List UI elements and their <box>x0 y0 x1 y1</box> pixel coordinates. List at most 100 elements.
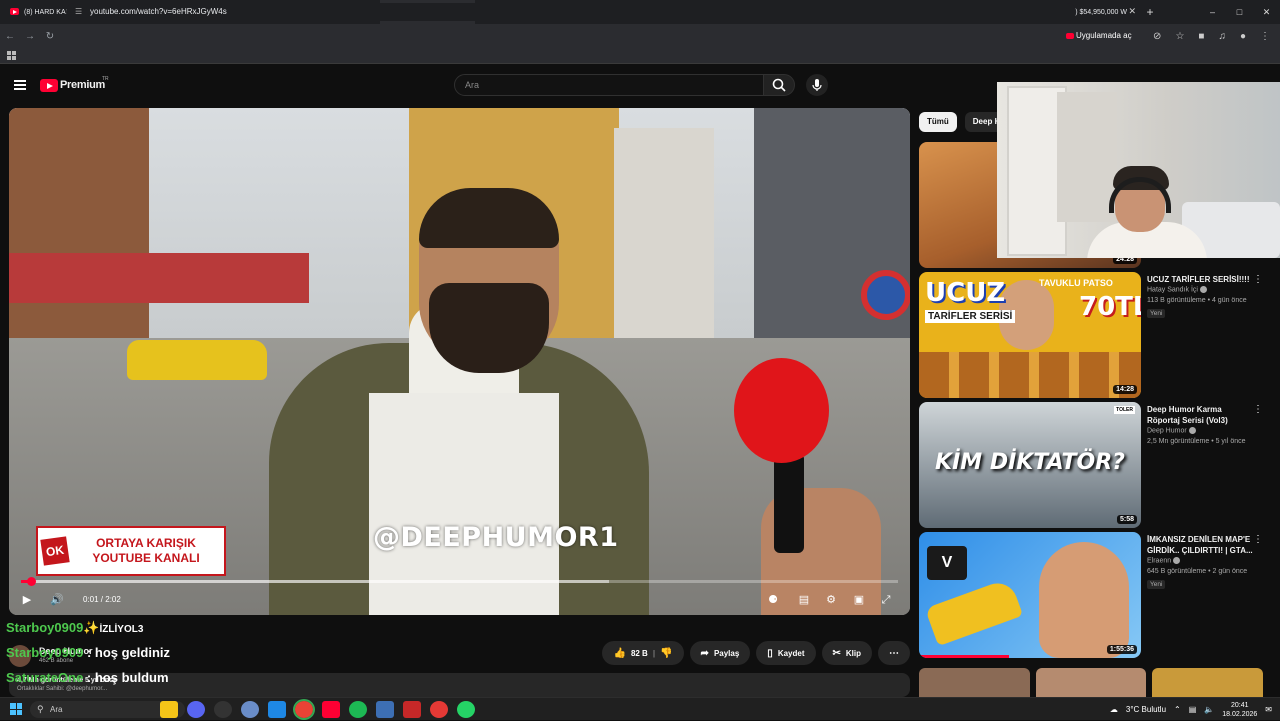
widgets-icon[interactable] <box>160 701 178 718</box>
media-icon[interactable]: ♫ <box>1218 31 1226 42</box>
chat-username: SaturateOne <box>6 670 84 685</box>
recommendation-item[interactable]: UCUZ TARİFLER SERİSİ TAVUKLU PATSO 70TL … <box>919 272 1271 398</box>
taskbar-search-label: Ara <box>50 705 63 714</box>
chat-header-line: Starboy0909✨İZLİYOL3 <box>6 620 143 636</box>
forward-icon[interactable]: → <box>20 31 40 42</box>
url-field[interactable]: ☰ youtube.com/watch?v=6eHRxJGyW4s <box>66 3 1076 21</box>
recommendation-channel[interactable]: Elraenn <box>1147 557 1181 564</box>
network-icon[interactable]: ▤ <box>1189 705 1197 714</box>
recommendation-meta: 645 B görüntüleme • 2 gün önce <box>1147 568 1248 575</box>
recommendation-channel-name: Deep Humor <box>1147 427 1187 435</box>
video-thumbnail[interactable] <box>1035 668 1147 698</box>
like-button[interactable]: 👍 82 B | 👎 <box>602 641 684 665</box>
like-count: 82 B <box>630 648 648 658</box>
fullscreen-icon[interactable]: ⤢ <box>876 590 896 610</box>
profile-icon[interactable]: ● <box>1240 31 1246 42</box>
menu-dots-icon[interactable]: ⋮ <box>1260 31 1270 42</box>
voice-search-button[interactable] <box>806 74 828 96</box>
open-in-app-button[interactable]: Uygulamada aç <box>1066 27 1132 45</box>
eye-off-icon[interactable]: ⊘ <box>1153 31 1161 42</box>
subtitles-icon[interactable]: ▤ <box>794 590 814 610</box>
save-button[interactable]: ▯ Kaydet <box>756 641 816 665</box>
recommendation-channel[interactable]: Deep Humor <box>1147 427 1196 434</box>
recommendation-title[interactable]: İMKANSIZ DENİLEN MAP'E GİRDİK.. ÇILDIRTT… <box>1147 534 1255 556</box>
recommendation-item[interactable]: KİM DİKTATÖR? TOLER 5:58 Deep Humor Karm… <box>919 402 1271 528</box>
new-tab-button[interactable]: + <box>1140 5 1160 19</box>
play-icon[interactable]: ▶ <box>17 590 37 610</box>
menu-icon[interactable] <box>14 80 26 90</box>
thumbs-down-icon[interactable]: 👎 <box>660 648 672 659</box>
more-actions-button[interactable]: ⋯ <box>878 641 910 665</box>
search-input[interactable]: Ara <box>454 74 764 96</box>
thumbnail-food <box>919 352 1141 398</box>
close-window-icon[interactable]: ✕ <box>1253 0 1280 24</box>
whatsapp-icon[interactable] <box>457 701 475 718</box>
clip-button[interactable]: ✂ Klip <box>821 641 872 665</box>
chrome-icon[interactable] <box>293 699 315 720</box>
video-thumbnail[interactable] <box>919 668 1030 698</box>
vscode-icon[interactable] <box>268 701 286 718</box>
start-menu-icon[interactable] <box>10 703 22 715</box>
player-controls: ▶ 🔊 0:01 / 2:02 ⚈ ▤ ⚙ ▣ ⤢ <box>9 586 910 614</box>
spotify-icon[interactable] <box>349 701 367 718</box>
clock[interactable]: 20:41 18.02.2026 <box>1222 701 1257 719</box>
recommendation-channel[interactable]: Hatay Sandık İçi <box>1147 286 1207 293</box>
recommendation-item[interactable]: V 1:55:36 İMKANSIZ DENİLEN MAP'E GİRDİK.… <box>919 532 1271 658</box>
video-thumbnail[interactable]: V 1:55:36 <box>919 532 1141 658</box>
volume-icon[interactable]: 🔊 <box>47 590 67 610</box>
time-total: 2:02 <box>105 595 121 604</box>
video-thumbnail[interactable] <box>1152 668 1264 698</box>
more-vert-icon[interactable]: ⋮ <box>1253 534 1263 545</box>
back-icon[interactable]: ← <box>0 31 20 42</box>
youtube-app-icon[interactable] <box>322 701 340 718</box>
app-icon[interactable] <box>241 701 259 718</box>
maximize-icon[interactable]: □ <box>1226 0 1253 24</box>
bookmark-icon: ▯ <box>767 647 773 659</box>
chat-message: SaturateOne : hoş buldum <box>6 670 169 685</box>
video-thumbnail[interactable]: UCUZ TARİFLER SERİSİ TAVUKLU PATSO 70TL … <box>919 272 1141 398</box>
app-icon[interactable] <box>430 701 448 718</box>
recommendation-title[interactable]: UCUZ TARİFLER SERİSİ!!!! <box>1147 274 1255 285</box>
share-button[interactable]: ➦ Paylaş <box>689 641 751 665</box>
chevron-up-icon[interactable]: ⌃ <box>1174 705 1181 714</box>
chat-emote-icon: ✨ <box>83 620 100 635</box>
speaker-icon[interactable]: 🔈 <box>1204 705 1214 714</box>
youtube-brand-label[interactable]: Premium <box>60 79 105 91</box>
apps-grid-icon[interactable] <box>7 51 16 60</box>
minimize-icon[interactable]: – <box>1199 0 1226 24</box>
search-button[interactable] <box>763 74 795 96</box>
discord-icon[interactable] <box>187 701 205 718</box>
video-thumbnail[interactable]: KİM DİKTATÖR? TOLER 5:58 <box>919 402 1141 528</box>
recommendation-row-partial <box>919 668 1264 698</box>
more-vert-icon[interactable]: ⋮ <box>1253 274 1263 285</box>
tab-close-icon[interactable]: ✕ <box>1128 6 1136 17</box>
app-icon[interactable] <box>376 701 394 718</box>
progress-bar[interactable] <box>21 577 898 586</box>
weather-text[interactable]: 3°C Bulutlu <box>1126 705 1166 714</box>
extensions-icon[interactable]: ■ <box>1198 31 1204 42</box>
bookmarks-bar <box>0 48 1280 64</box>
more-vert-icon[interactable]: ⋮ <box>1253 404 1263 415</box>
video-player[interactable]: OK ORTAYA KARIŞIK YOUTUBE KANALI @DEEPHU… <box>9 108 910 615</box>
progress-scrubber[interactable] <box>26 577 36 586</box>
miniplayer-icon[interactable]: ▣ <box>849 590 869 610</box>
notification-icon[interactable]: ✉ <box>1265 705 1272 714</box>
chip-all[interactable]: Tümü <box>919 112 957 132</box>
mic-icon <box>812 79 822 91</box>
app-icon[interactable] <box>403 701 421 718</box>
autoplay-toggle-icon[interactable]: ⚈ <box>763 590 783 610</box>
site-info-icon[interactable]: ☰ <box>75 3 82 21</box>
settings-gear-icon[interactable]: ⚙ <box>821 590 841 610</box>
unity-icon[interactable] <box>214 701 232 718</box>
reload-icon[interactable]: ↻ <box>40 31 60 42</box>
thumbnail-price: 70TL <box>1079 292 1141 322</box>
thumbnail-gta-logo: V <box>927 546 967 580</box>
bookmark-star-icon[interactable]: ☆ <box>1175 31 1184 42</box>
youtube-logo-icon[interactable] <box>40 79 58 92</box>
verified-icon <box>1199 286 1207 293</box>
search-icon <box>772 78 786 92</box>
new-badge: Yeni <box>1147 580 1166 589</box>
video-frame-microphone <box>734 358 829 463</box>
recommendation-title[interactable]: Deep Humor Karma Röportaj Serisi (Vol3) <box>1147 404 1255 426</box>
chat-text: : hoş geldiniz <box>83 645 170 660</box>
